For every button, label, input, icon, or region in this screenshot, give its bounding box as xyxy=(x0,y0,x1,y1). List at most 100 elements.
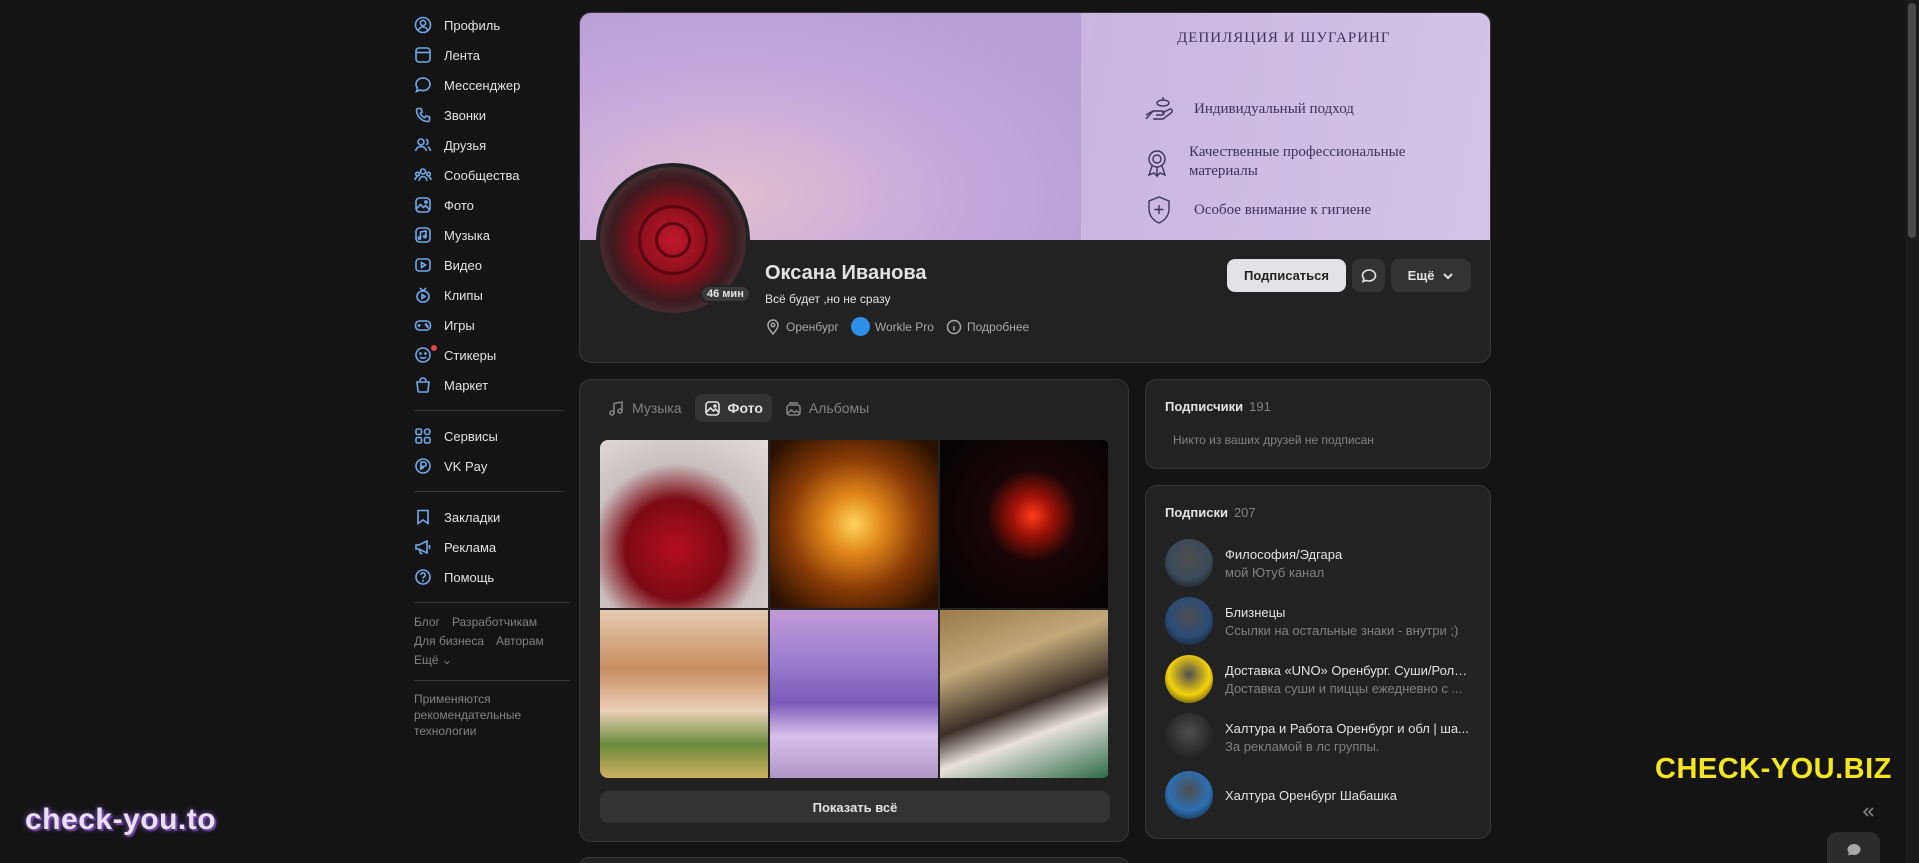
subscribe-button[interactable]: Подписаться xyxy=(1227,259,1346,292)
nav-item-label: Друзья xyxy=(444,137,487,153)
nav-item-label: Лента xyxy=(444,47,480,63)
subscriptions-title[interactable]: Подписки 207 xyxy=(1165,505,1256,520)
footer-link-blog[interactable]: Блог xyxy=(414,615,440,629)
collapse-icon[interactable] xyxy=(1860,804,1876,820)
nav-item-friends[interactable]: Друзья xyxy=(414,130,570,160)
photo-thumbnail[interactable] xyxy=(940,610,1108,778)
city-link[interactable]: Оренбург xyxy=(765,318,839,335)
photo-icon xyxy=(414,196,432,214)
subscription-item[interactable]: Близнецы Ссылки на остальные знаки - внут… xyxy=(1165,596,1480,646)
nav-item-label: Видео xyxy=(444,257,482,273)
nav-item-bookmark[interactable]: Закладки xyxy=(414,502,570,532)
phone-icon xyxy=(414,106,432,124)
award-icon xyxy=(1140,145,1173,179)
photo-grid xyxy=(600,440,1110,778)
recommendation-note[interactable]: Применяются рекомендательные технологии xyxy=(414,691,570,739)
subscription-name: Близнецы xyxy=(1225,604,1286,620)
work-link[interactable]: Workle Pro xyxy=(850,317,934,336)
message-button[interactable] xyxy=(1352,259,1385,292)
nav-item-label: Сообщества xyxy=(444,167,520,183)
market-icon xyxy=(414,376,432,394)
followers-count: 191 xyxy=(1249,399,1271,414)
nav-item-messenger[interactable]: Мессенджер xyxy=(414,70,570,100)
messenger-icon xyxy=(414,76,432,94)
subscription-item[interactable]: Философия/Эдгара мой Ютуб канал xyxy=(1165,538,1480,588)
photo-thumbnail[interactable] xyxy=(600,440,768,608)
cover-line: Качественные профессиональные материалы xyxy=(1140,143,1440,181)
subscription-avatar xyxy=(1165,597,1213,645)
cover-line-text: Особое внимание к гигиене xyxy=(1194,201,1372,218)
followers-title[interactable]: Подписчики 191 xyxy=(1165,399,1271,414)
tab-albums[interactable]: Альбомы xyxy=(776,394,878,422)
subscription-text: Философия/Эдгара мой Ютуб канал xyxy=(1225,547,1471,580)
tab-photo[interactable]: Фото xyxy=(694,394,772,422)
subscription-text: Доставка «UNO» Оренбург. Суши/Ролл... Дос… xyxy=(1225,663,1471,696)
show-all-button[interactable]: Показать всё xyxy=(600,791,1110,823)
nav-item-feed[interactable]: Лента xyxy=(414,40,570,70)
cover-line: Особое внимание к гигиене xyxy=(1140,193,1371,227)
last-seen-badge: 46 мин xyxy=(700,285,751,303)
nav-item-services[interactable]: Сервисы xyxy=(414,421,570,451)
photo-thumbnail[interactable] xyxy=(940,440,1108,608)
tab-music[interactable]: Музыка xyxy=(599,394,691,422)
notification-dot xyxy=(431,345,437,351)
followers-card: Подписчики 191 Никто из ваших друзей не п… xyxy=(1145,379,1491,469)
page-scrollbar[interactable] xyxy=(1905,0,1919,863)
nav-item-ads[interactable]: Реклама xyxy=(414,532,570,562)
cover-line-text: Индивидуальный подход xyxy=(1194,100,1354,117)
subscription-avatar xyxy=(1165,655,1213,703)
albums-icon xyxy=(786,401,801,416)
nav-item-stickers[interactable]: Стикеры xyxy=(414,340,570,370)
nav-item-phone[interactable]: Звонки xyxy=(414,100,570,130)
chevron-down-icon xyxy=(1443,272,1454,279)
nav-item-label: Сервисы xyxy=(444,428,498,444)
footer-link-business[interactable]: Для бизнеса xyxy=(414,634,484,648)
location-icon xyxy=(767,318,779,335)
more-button[interactable]: Ещё xyxy=(1391,259,1471,292)
footer-link-authors[interactable]: Авторам xyxy=(496,634,544,648)
games-icon xyxy=(414,316,432,334)
photo-thumbnail[interactable] xyxy=(600,610,768,778)
nav-item-vkpay[interactable]: VK Pay xyxy=(414,451,570,481)
profile-status: Всё будет ,но не сразу xyxy=(765,292,891,306)
nav-item-label: Музыка xyxy=(444,227,490,243)
nav-item-games[interactable]: Игры xyxy=(414,310,570,340)
subscription-item[interactable]: Халтура и Работа Оренбург и обл | ша... З… xyxy=(1165,712,1480,762)
services-icon xyxy=(414,427,432,445)
nav-item-label: Закладки xyxy=(444,509,501,525)
subscription-text: Близнецы Ссылки на остальные знаки - внут… xyxy=(1225,605,1471,638)
chat-button[interactable] xyxy=(1827,832,1880,863)
vkpay-icon xyxy=(414,457,432,475)
nav-item-label: Клипы xyxy=(444,287,483,303)
help-icon xyxy=(414,568,432,586)
cover-line-text: Качественные профессиональные материалы xyxy=(1189,144,1406,179)
nav-item-help[interactable]: Помощь xyxy=(414,562,570,592)
feed-icon xyxy=(414,46,432,64)
music-icon xyxy=(414,226,432,244)
watermark-left: check-you.to xyxy=(25,803,217,836)
photo-thumbnail[interactable] xyxy=(770,610,938,778)
profile-name: Оксана Иванова xyxy=(765,262,927,284)
subscription-item[interactable]: Халтура Оренбург Шабашка xyxy=(1165,770,1480,820)
scrollbar-thumb[interactable] xyxy=(1908,3,1916,238)
subscription-description: мой Ютуб канал xyxy=(1225,564,1325,580)
nav-divider xyxy=(414,410,564,411)
subscription-text: Халтура Оренбург Шабашка xyxy=(1225,788,1471,803)
nav-item-video[interactable]: Видео xyxy=(414,250,570,280)
nav-item-photo[interactable]: Фото xyxy=(414,190,570,220)
subscription-item[interactable]: Доставка «UNO» Оренбург. Суши/Ролл... Дос… xyxy=(1165,654,1480,704)
workle-logo-icon xyxy=(850,317,870,336)
nav-item-market[interactable]: Маркет xyxy=(414,370,570,400)
photo-thumbnail[interactable] xyxy=(770,440,938,608)
footer-link-more[interactable]: Ещё ⌄ xyxy=(414,653,452,667)
nav-item-clips[interactable]: Клипы xyxy=(414,280,570,310)
nav-item-music[interactable]: Музыка xyxy=(414,220,570,250)
nav-item-profile[interactable]: Профиль xyxy=(414,10,570,40)
nav-item-label: Стикеры xyxy=(444,347,497,363)
bookmark-icon xyxy=(414,508,432,526)
nav-item-communities[interactable]: Сообщества xyxy=(414,160,570,190)
details-link[interactable]: Подробнее xyxy=(946,319,1029,335)
clips-icon xyxy=(414,286,432,304)
communities-icon xyxy=(414,166,432,184)
footer-link-developers[interactable]: Разработчикам xyxy=(452,615,537,629)
